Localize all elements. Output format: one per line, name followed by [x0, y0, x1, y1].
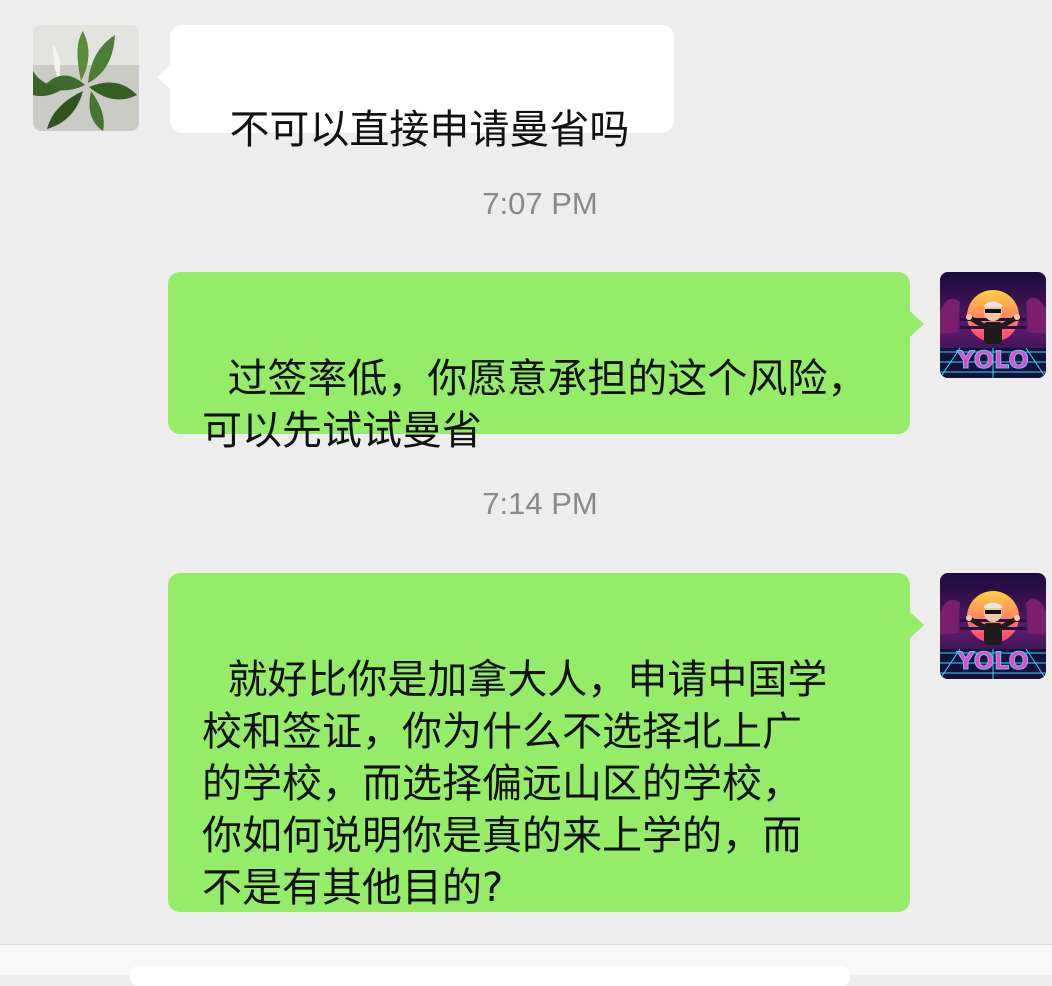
outgoing-message-bubble[interactable]: 就好比你是加拿大人，申请中国学 校和签证，你为什么不选择北上广 的学校，而选择偏… [168, 573, 910, 912]
timestamp-divider: 7:14 PM [482, 486, 598, 521]
svg-text:YOLO: YOLO [956, 647, 1029, 675]
self-avatar[interactable]: YOLO [940, 272, 1046, 378]
outgoing-message-bubble[interactable]: 过签率低，你愿意承担的这个风险， 可以先试试曼省 [168, 272, 910, 454]
yolo-synthwave-icon: YOLO [940, 272, 1046, 378]
incoming-bubble-tail [157, 64, 171, 90]
contact-avatar[interactable] [33, 25, 139, 131]
plant-photo-icon [33, 25, 139, 131]
yolo-synthwave-icon: YOLO [940, 573, 1046, 679]
self-avatar[interactable]: YOLO [940, 573, 1046, 679]
svg-text:YOLO: YOLO [956, 346, 1029, 374]
incoming-message-bubble[interactable]: 不可以直接申请曼省吗 [170, 25, 674, 153]
message-input-field[interactable] [130, 966, 850, 986]
outgoing-bubble-tail [910, 311, 924, 337]
outgoing-message-text: 就好比你是加拿大人，申请中国学 校和签证，你为什么不选择北上广 的学校，而选择偏… [202, 657, 828, 911]
outgoing-bubble-tail [910, 612, 924, 638]
incoming-message-text: 不可以直接申请曼省吗 [229, 107, 630, 153]
outgoing-message-text: 过签率低，你愿意承担的这个风险， 可以先试试曼省 [202, 356, 868, 454]
timestamp-divider: 7:07 PM [482, 186, 598, 221]
